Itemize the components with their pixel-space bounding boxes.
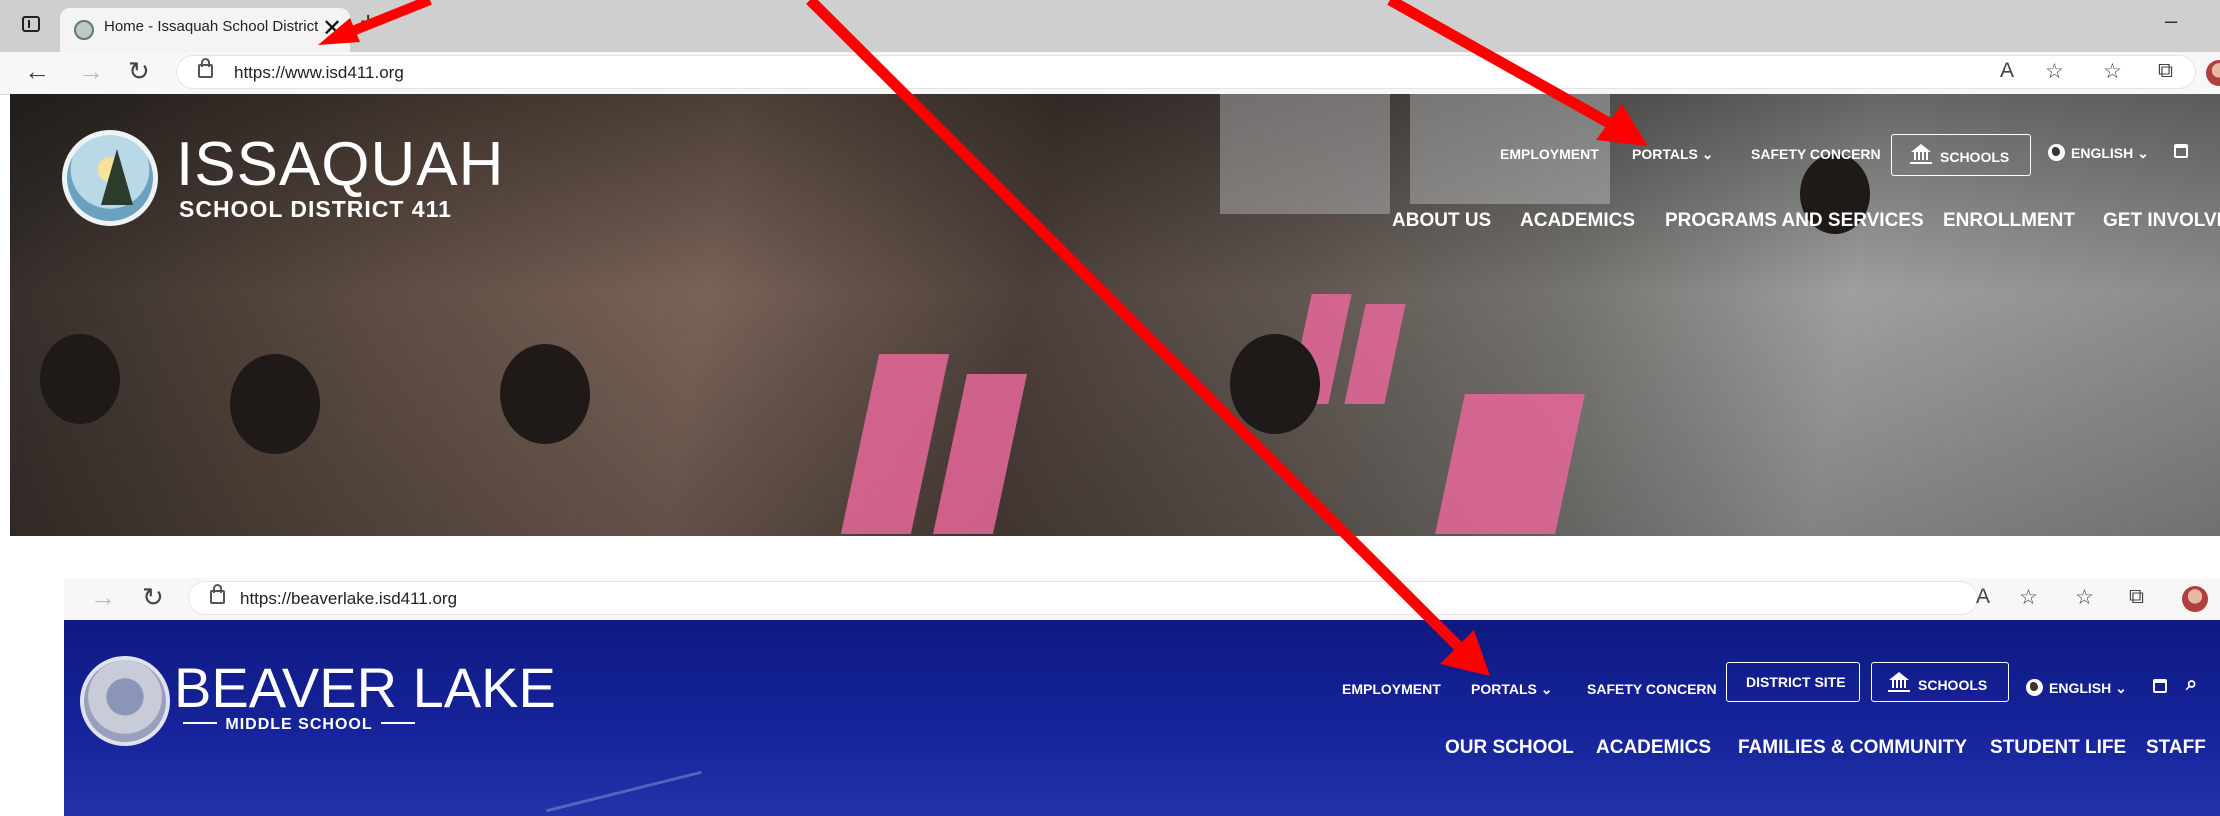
arrow-head-url <box>318 18 360 45</box>
arrow-to-portals-district <box>1387 0 1621 133</box>
annotation-arrows <box>318 0 1648 676</box>
arrow-to-portals-school <box>806 0 1462 650</box>
arrow-layer <box>318 0 1648 676</box>
